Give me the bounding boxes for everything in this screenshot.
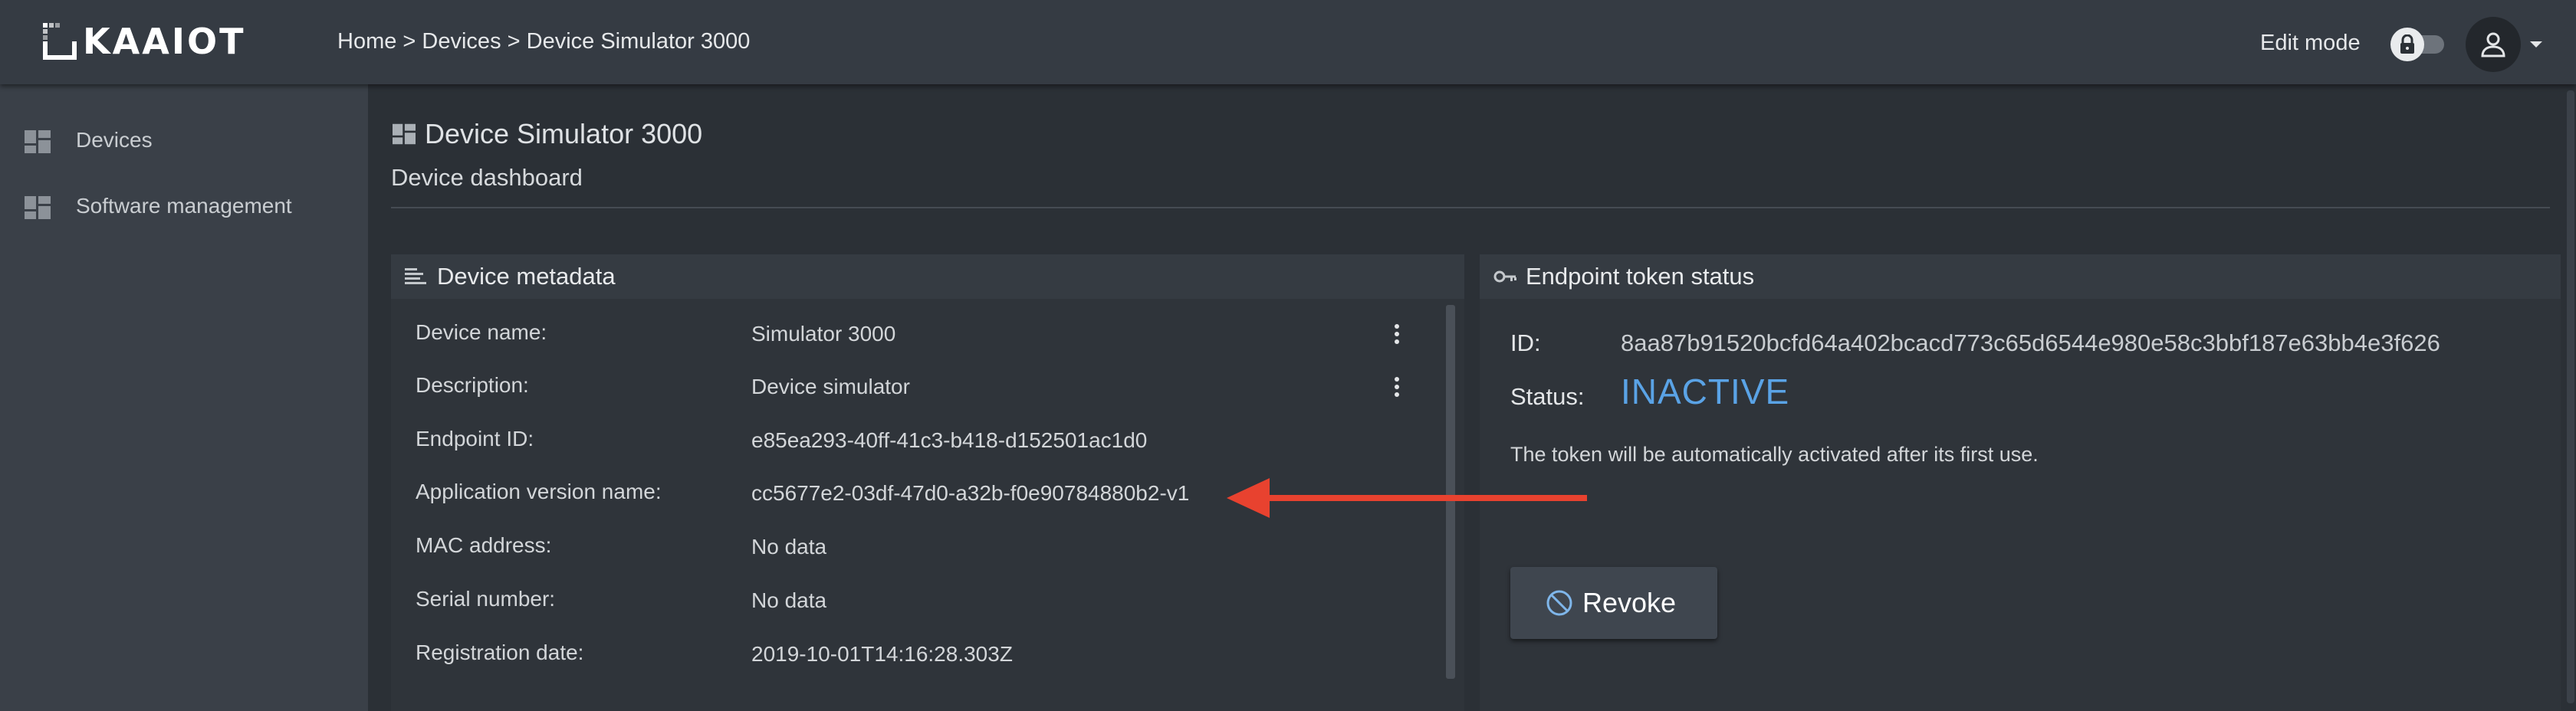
field-label: Device name: — [416, 320, 547, 344]
token-note: The token will be automatically activate… — [1510, 443, 2039, 466]
token-id-label: ID: — [1510, 329, 1541, 356]
top-bar: KAAIOT Home > Devices > Device Simulator… — [0, 0, 2576, 84]
chevron-down-icon[interactable] — [2528, 40, 2544, 49]
field-label: Serial number: — [416, 587, 556, 611]
field-value: 2019-10-01T14:16:28.303Z — [751, 642, 1013, 666]
endpoint-token-card: Endpoint token status — [1480, 254, 2561, 711]
dashboard-icon — [393, 123, 416, 145]
dashboard-icon — [25, 130, 51, 153]
field-label: Registration date: — [416, 641, 584, 664]
token-id-value: 8aa87b91520bcfd64a402bcacd773c65d6544e98… — [1621, 329, 2440, 356]
metadata-row-mac-address: MAC address: No data — [391, 533, 1434, 579]
metadata-row-registration-date: Registration date: 2019-10-01T14:16:28.3… — [391, 641, 1434, 686]
token-status-badge: INACTIVE — [1621, 372, 1790, 411]
breadcrumb-home[interactable]: Home — [337, 29, 396, 54]
sidebar-item-software-management[interactable]: Software management — [0, 179, 368, 233]
kaaiot-logo[interactable]: KAAIOT — [41, 20, 245, 63]
dashboard-icon — [25, 196, 51, 219]
sidebar-item-label: Software management — [76, 194, 292, 218]
page-title: Device Simulator 3000 — [425, 118, 703, 149]
sidebar-item-devices[interactable]: Devices — [0, 113, 368, 167]
field-label: Application version name: — [416, 480, 662, 503]
more-options-icon[interactable] — [1389, 372, 1405, 402]
block-icon — [1546, 590, 1572, 616]
list-icon — [405, 268, 426, 284]
metadata-row-device-name: Device name: Simulator 3000 — [391, 320, 1434, 366]
key-icon — [1493, 270, 1516, 283]
metadata-row-serial-number: Serial number: No data — [391, 587, 1434, 633]
card-title: Endpoint token status — [1526, 263, 1755, 290]
card-title: Device metadata — [437, 263, 616, 290]
card-header: Device metadata — [391, 254, 1464, 299]
sidebar-item-label: Devices — [76, 128, 153, 152]
field-value: Simulator 3000 — [751, 322, 896, 346]
page-subtitle: Device dashboard — [391, 164, 583, 191]
field-value: cc5677e2-03df-47d0-a32b-f0e90784880b2-v1 — [751, 481, 1190, 505]
divider — [391, 207, 2550, 208]
field-label: MAC address: — [416, 533, 552, 557]
field-label: Description: — [416, 373, 529, 397]
breadcrumb-current: Device Simulator 3000 — [526, 29, 751, 54]
metadata-row-endpoint-id: Endpoint ID: e85ea293-40ff-41c3-b418-d15… — [391, 427, 1434, 473]
page-scrollbar[interactable] — [2567, 90, 2574, 703]
breadcrumb-separator: > — [396, 29, 422, 54]
breadcrumb: Home > Devices > Device Simulator 3000 — [337, 29, 750, 54]
logo-text: KAAIOT — [83, 21, 246, 62]
field-value: e85ea293-40ff-41c3-b418-d152501ac1d0 — [751, 428, 1148, 452]
breadcrumb-separator: > — [501, 29, 527, 54]
sidebar: Devices Software management — [0, 84, 368, 711]
user-icon — [2481, 32, 2505, 57]
user-avatar-button[interactable] — [2466, 17, 2521, 72]
revoke-button-label: Revoke — [1582, 587, 1677, 618]
metadata-row-description: Description: Device simulator — [391, 373, 1434, 419]
edit-mode-toggle[interactable] — [2390, 28, 2446, 61]
token-status-label: Status: — [1510, 383, 1585, 410]
annotation-arrow-icon — [1227, 478, 1587, 518]
field-value: Device simulator — [751, 375, 910, 398]
lock-icon — [2390, 28, 2424, 61]
revoke-button[interactable]: Revoke — [1510, 567, 1717, 639]
field-value: No data — [751, 535, 827, 559]
breadcrumb-devices[interactable]: Devices — [422, 29, 501, 54]
page-header: Device Simulator 3000 — [393, 118, 702, 150]
field-value: No data — [751, 588, 827, 612]
main-content: Device Simulator 3000 Device dashboard D… — [368, 84, 2576, 711]
card-header: Endpoint token status — [1480, 254, 2561, 299]
edit-mode-label: Edit mode — [2260, 31, 2361, 55]
field-label: Endpoint ID: — [416, 427, 534, 451]
logo-mark-icon — [43, 23, 77, 60]
more-options-icon[interactable] — [1389, 319, 1405, 349]
